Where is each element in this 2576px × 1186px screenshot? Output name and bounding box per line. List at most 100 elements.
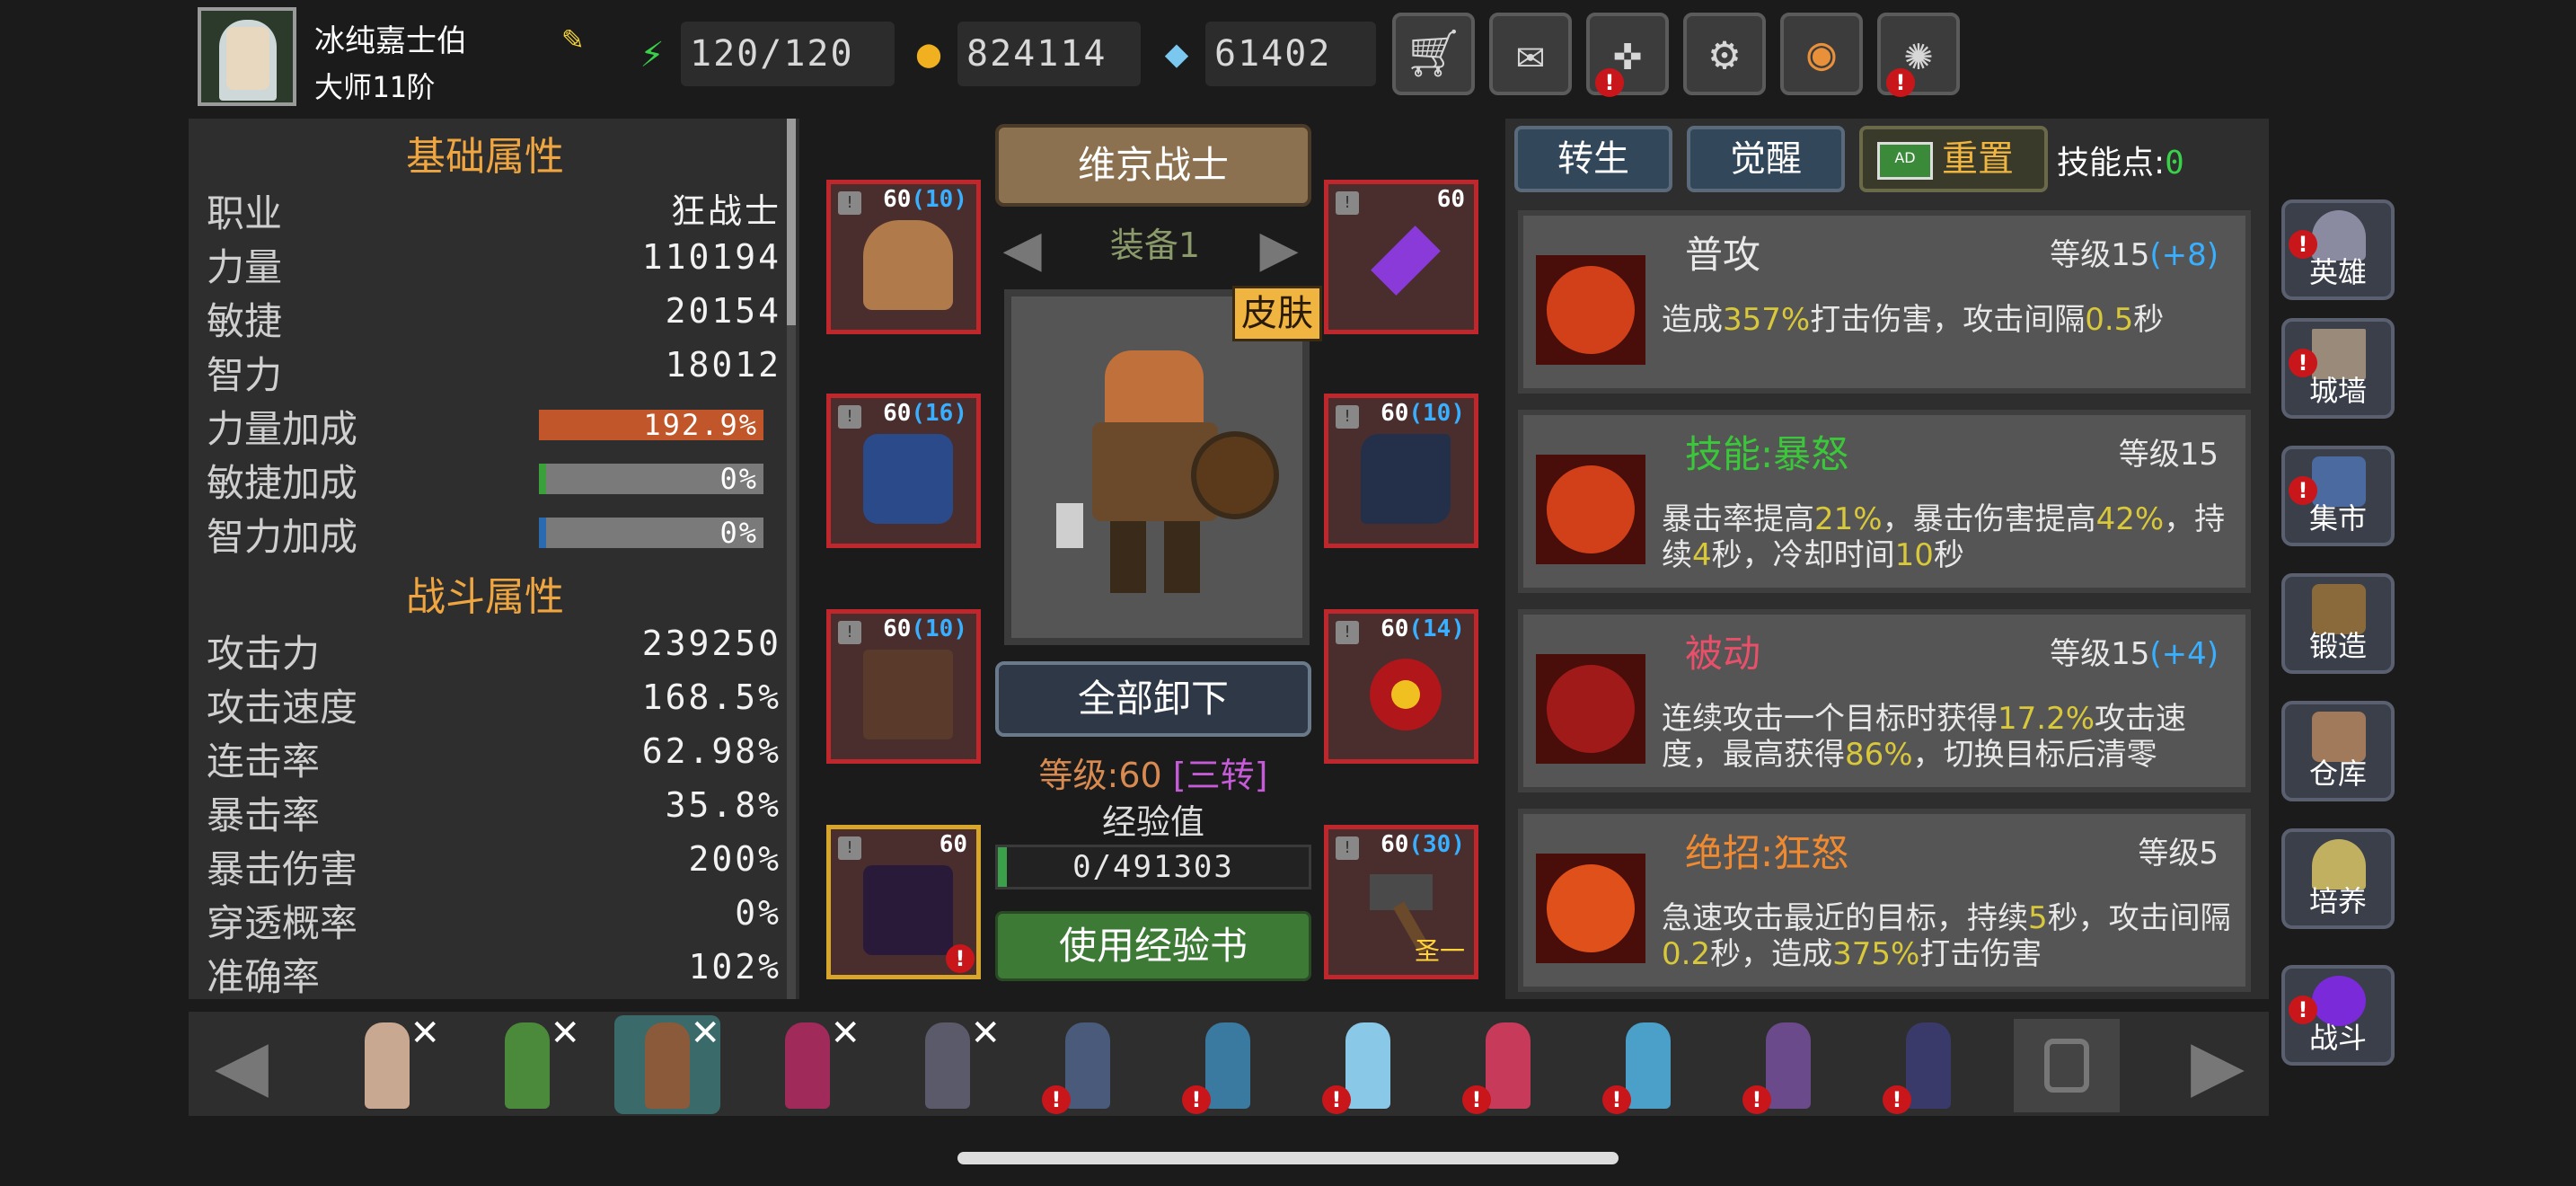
- mail-button[interactable]: ✉: [1489, 13, 1572, 95]
- close-icon[interactable]: ✕: [410, 1015, 440, 1051]
- equip-slot-weapon[interactable]: ! 60(30) 圣一: [1324, 825, 1478, 979]
- equip-slot-boots[interactable]: ! 60 !: [826, 825, 981, 979]
- nav-warehouse-button[interactable]: 仓库: [2281, 701, 2395, 801]
- equip-slot-pants[interactable]: ! 60(10): [826, 609, 981, 764]
- lock-icon: [2044, 1039, 2089, 1093]
- stat-label: 穿透概率: [207, 901, 358, 945]
- nav-forge-button[interactable]: 锻造: [2281, 573, 2395, 674]
- item-bonus: (10): [911, 186, 967, 213]
- reset-button[interactable]: AD 重置: [1859, 126, 2048, 192]
- axe-skill-icon: [1536, 255, 1645, 365]
- ad-tv-icon: AD: [1877, 142, 1933, 180]
- shop-button[interactable]: 🛒︎: [1392, 13, 1475, 95]
- hero-portrait-button[interactable]: !: [1175, 1015, 1281, 1114]
- hero-portrait-button[interactable]: !: [1595, 1015, 1701, 1114]
- stats-scrollbar[interactable]: [787, 119, 796, 999]
- skill-name: 被动: [1685, 632, 1761, 676]
- stat-value: 62.98%: [641, 731, 781, 771]
- rebirth-tab[interactable]: 转生: [1514, 126, 1672, 192]
- item-level: 60: [1381, 615, 1409, 642]
- hero-portrait-button[interactable]: !: [1315, 1015, 1421, 1114]
- lock-icon: !: [838, 836, 861, 860]
- player-avatar[interactable]: [198, 7, 296, 106]
- shield-icon: [1191, 431, 1279, 519]
- gamepad-button[interactable]: ✜ !: [1586, 13, 1669, 97]
- skill-card-passive[interactable]: 被动 等级15(+4) 连续攻击一个目标时获得17.2%攻击速度，最高获得86%…: [1518, 609, 2251, 792]
- bonus-label: 力量加成: [207, 407, 358, 451]
- nav-cultivate-button[interactable]: 培养: [2281, 828, 2395, 929]
- skill-level: 等级15: [2050, 237, 2150, 273]
- prev-set-arrow[interactable]: ◀: [993, 210, 1051, 284]
- stat-label: 攻击速度: [207, 686, 358, 730]
- bonus-value: 0%: [719, 462, 758, 496]
- skill-desc: 造成357%打击伤害，攻击间隔0.5秒: [1662, 302, 2165, 338]
- passive-skill-icon: [1536, 654, 1645, 764]
- locked-hero-slot[interactable]: [2014, 1019, 2120, 1112]
- axe-icon: [1056, 503, 1083, 548]
- edit-icon[interactable]: ✎: [562, 20, 598, 56]
- skill-card-ultimate[interactable]: 绝招:狂怒 等级5 急速攻击最近的目标，持续5秒，攻击间隔0.2秒，造成375%…: [1518, 809, 2251, 992]
- hero-portrait-button[interactable]: ✕: [895, 1015, 1001, 1114]
- stat-value: 35.8%: [665, 785, 781, 825]
- close-icon[interactable]: ✕: [970, 1015, 1001, 1051]
- settings-button[interactable]: ⚙: [1683, 13, 1766, 95]
- skill-card-basic-attack[interactable]: 普攻 等级15(+8) 造成357%打击伤害，攻击间隔0.5秒: [1518, 210, 2251, 394]
- hero-portrait-button[interactable]: !: [1875, 1015, 1981, 1114]
- equip-slot-gloves[interactable]: ! 60(10): [1324, 394, 1478, 548]
- unequip-all-button[interactable]: 全部卸下: [995, 661, 1311, 737]
- next-set-arrow[interactable]: ▶: [1250, 210, 1308, 284]
- lock-icon: !: [1336, 836, 1359, 860]
- nav-label: 锻造: [2308, 629, 2367, 663]
- hero-portrait-button[interactable]: !: [1035, 1015, 1141, 1114]
- skill-card-rage[interactable]: 技能:暴怒 等级15 暴击率提高21%，暴击伤害提高42%，持续4秒，冷却时间1…: [1518, 410, 2251, 593]
- skill-level: 等级15: [2118, 437, 2219, 473]
- event-button[interactable]: ✺ !: [1877, 13, 1960, 97]
- stat-value: 20154: [665, 291, 781, 331]
- equip-slot-amulet[interactable]: ! 60: [1324, 180, 1478, 334]
- hero-portrait-button[interactable]: ✕: [474, 1015, 580, 1114]
- stat-value: 0%: [735, 893, 781, 933]
- equip-slot-armor[interactable]: ! 60(16): [826, 394, 981, 548]
- item-level: 60: [883, 615, 912, 642]
- hero-portrait-button[interactable]: !: [1735, 1015, 1841, 1114]
- hero-prev-arrow[interactable]: ◀: [192, 1017, 291, 1111]
- stat-label: 暴击率: [207, 793, 321, 837]
- awaken-tab[interactable]: 觉醒: [1687, 126, 1845, 192]
- equip-slot-ring[interactable]: ! 60(14): [1324, 609, 1478, 764]
- equip-slot-helmet[interactable]: ! 60(10): [826, 180, 981, 334]
- hero-portrait-button[interactable]: !: [1455, 1015, 1561, 1114]
- alert-badge: !: [2289, 230, 2317, 259]
- close-icon[interactable]: ✕: [550, 1015, 580, 1051]
- close-icon[interactable]: ✕: [830, 1015, 860, 1051]
- exp-bar: 0/491303: [995, 845, 1311, 890]
- lock-icon: !: [838, 191, 861, 215]
- item-level: 60: [1381, 831, 1409, 858]
- use-exp-book-button[interactable]: 使用经验书: [995, 911, 1311, 981]
- gem-icon: ◆: [1164, 31, 1189, 76]
- camera-button[interactable]: ◉: [1780, 13, 1863, 95]
- hero-next-arrow[interactable]: ▶: [2168, 1017, 2267, 1111]
- nav-hero-button[interactable]: 英雄!: [2281, 199, 2395, 300]
- skin-button[interactable]: 皮肤: [1232, 286, 1322, 341]
- nav-battle-button[interactable]: 战斗!: [2281, 965, 2395, 1066]
- stats-panel[interactable]: 基础属性 职业 狂战士 力量 110194 敏捷 20154 智力 18012 力量加成…: [189, 119, 799, 999]
- hero-figure: [1626, 1022, 1671, 1109]
- home-indicator[interactable]: [957, 1152, 1619, 1164]
- nav-wall-button[interactable]: 城墙!: [2281, 318, 2395, 419]
- stat-label: 暴击伤害: [207, 847, 358, 891]
- skill-level: 等级15: [2050, 636, 2150, 672]
- hero-portrait-button[interactable]: ✕: [614, 1015, 720, 1114]
- stat-label: 准确率: [207, 955, 321, 999]
- close-icon[interactable]: ✕: [690, 1015, 720, 1051]
- mail-icon: ✉: [1516, 27, 1545, 81]
- alert-badge: !: [2289, 349, 2317, 377]
- gem-value: 61402: [1205, 22, 1376, 86]
- alert-badge: !: [1042, 1085, 1071, 1114]
- hero-portrait-button[interactable]: ✕: [754, 1015, 860, 1114]
- hero-portrait-button[interactable]: ✕: [334, 1015, 440, 1114]
- nav-market-button[interactable]: 集市!: [2281, 446, 2395, 546]
- item-level: 60: [939, 831, 967, 858]
- scrollbar-thumb[interactable]: [787, 119, 796, 325]
- item-bonus: (10): [1408, 400, 1465, 427]
- stat-label: 职业: [207, 191, 283, 235]
